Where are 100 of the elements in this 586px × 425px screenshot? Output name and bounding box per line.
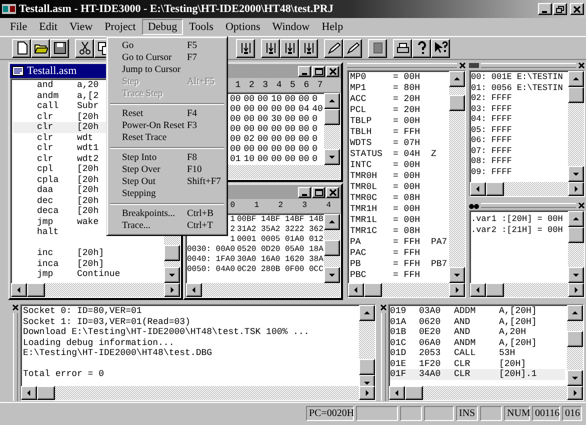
- horizontal-scrollbar[interactable]: [470, 182, 584, 196]
- register-value: = 00H: [393, 116, 422, 127]
- menu-item[interactable]: Debug: [142, 19, 184, 35]
- menu-item[interactable]: Project: [98, 19, 142, 35]
- open-folder-button[interactable]: [31, 38, 50, 58]
- scissors-button[interactable]: [75, 38, 94, 58]
- pencil-button[interactable]: [324, 38, 343, 58]
- hex-cell-text: 1: [229, 235, 236, 245]
- square-button[interactable]: [368, 38, 387, 58]
- hex-cell-text: 00: [284, 144, 297, 154]
- context-help-icon: [434, 41, 448, 55]
- column-header: 6: [302, 80, 310, 90]
- menu-item[interactable]: View: [63, 19, 99, 35]
- hex-cell-text: 00: [257, 114, 270, 124]
- hex-cell-text: 10: [271, 94, 283, 104]
- bracket-arrow-icon: [302, 41, 316, 55]
- register-value: = FFH: [393, 248, 422, 259]
- horizontal-scrollbar[interactable]: [11, 283, 180, 297]
- help-button[interactable]: [412, 38, 431, 58]
- bracket-arrow-icon: [282, 41, 296, 55]
- hex-cell-text: 00: [284, 124, 297, 134]
- hex-cell-text: 04: [298, 104, 310, 114]
- bracket-arrow-button[interactable]: [280, 38, 299, 58]
- hex-cell-text: 01: [230, 154, 242, 164]
- operand-cell-text: A,[20H]: [499, 338, 538, 348]
- address-cell-text: 01B: [390, 327, 408, 338]
- vertical-scrollbar[interactable]: [324, 93, 340, 165]
- menu-item[interactable]: Help: [316, 19, 350, 35]
- vertical-scrollbar[interactable]: [567, 305, 583, 386]
- hex-cell: 40: [312, 104, 324, 114]
- register-name: ACC: [350, 94, 368, 105]
- horizontal-scrollbar[interactable]: [21, 386, 375, 400]
- minimize-button[interactable]: [538, 3, 552, 15]
- hex-cell: 0CC: [309, 265, 324, 275]
- horizontal-scrollbar[interactable]: [389, 386, 583, 400]
- stack-entry: 09: FFFF: [471, 166, 512, 177]
- hex-cell-text: 00: [257, 144, 270, 154]
- menu-item[interactable]: Trace... Ctrl+T: [109, 220, 225, 232]
- menu-item[interactable]: File: [4, 19, 34, 35]
- menu-item[interactable]: Step Out Shift+F7: [109, 176, 225, 188]
- restore-button[interactable]: [553, 3, 567, 15]
- menu-item[interactable]: Breakpoints... Ctrl+B: [109, 208, 225, 220]
- register-value: = 00H: [393, 204, 422, 215]
- hex-cell-text: 0: [312, 144, 319, 154]
- code-cell-text: 03A0: [419, 306, 442, 316]
- menu-item[interactable]: Options: [219, 19, 266, 35]
- bracket-arrow-button[interactable]: [261, 38, 280, 58]
- hex-cell-text: 0520: [237, 245, 258, 255]
- code-text: clr: [37, 154, 54, 164]
- register-value: = FFH: [393, 237, 422, 248]
- vertical-scrollbar[interactable]: [324, 214, 340, 283]
- vertical-scrollbar[interactable]: [568, 71, 584, 182]
- bracket-arrow-button[interactable]: [299, 38, 318, 58]
- code-text: [20h: [77, 206, 99, 216]
- vertical-scrollbar[interactable]: [568, 211, 584, 283]
- menu-item[interactable]: Reset F4: [109, 108, 225, 120]
- register-value: = FFH: [393, 127, 422, 138]
- menu-item[interactable]: Stepping: [109, 188, 225, 200]
- printer-button[interactable]: [393, 38, 412, 58]
- menu-item[interactable]: Reset Trace: [109, 132, 225, 144]
- address-cell-text: 01E: [390, 358, 408, 369]
- pencil-button[interactable]: [343, 38, 362, 58]
- code-text: deca: [37, 206, 60, 216]
- maximize-icon: [314, 188, 322, 196]
- save-button[interactable]: [50, 38, 69, 58]
- horizontal-scrollbar[interactable]: [470, 283, 584, 297]
- code-text: clr: [37, 112, 54, 122]
- menu-item[interactable]: Go to Cursor F7: [109, 52, 225, 64]
- hex-cell-text: 00: [298, 154, 310, 164]
- column-header: 4: [325, 200, 332, 212]
- hex-cell: 38A: [309, 255, 324, 265]
- horizontal-scrollbar[interactable]: [348, 283, 465, 297]
- register-value: = 00H: [393, 215, 422, 226]
- column-header: 1: [234, 80, 242, 90]
- menu-item[interactable]: Go F5: [109, 40, 225, 52]
- close-button[interactable]: [570, 3, 584, 15]
- menu-item[interactable]: Jump to Cursor: [109, 64, 225, 76]
- menu-item[interactable]: Window: [266, 19, 316, 35]
- menu-item[interactable]: Power-On Reset F3: [109, 120, 225, 132]
- code-text: inc: [37, 248, 54, 258]
- stack-entry: 00: 001E E:\TESTIN: [471, 72, 563, 82]
- context-help-button[interactable]: [431, 38, 450, 58]
- menu-item[interactable]: Step Into F8: [109, 152, 225, 164]
- bracket-arrow-button[interactable]: [236, 38, 255, 58]
- close-icon: [328, 68, 336, 74]
- vertical-scrollbar[interactable]: [449, 71, 465, 283]
- code-text: cpla: [37, 174, 60, 185]
- register-value: = 00H: [393, 171, 422, 182]
- hex-cell-text: 00: [284, 94, 297, 104]
- register-flags: PB7: [431, 259, 448, 270]
- hex-cell-text: 00: [244, 94, 256, 104]
- register-name: STATUS: [350, 149, 384, 160]
- menu-item[interactable]: Tools: [183, 19, 220, 35]
- stack-entry: 05: FFFF: [471, 124, 512, 135]
- hex-cell-text: 00: [244, 144, 256, 154]
- menu-item[interactable]: Edit: [33, 19, 64, 35]
- code-text: [20h: [77, 122, 99, 132]
- new-file-button[interactable]: [12, 38, 31, 58]
- vertical-scrollbar[interactable]: [359, 305, 375, 386]
- menu-item[interactable]: Step Over F10: [109, 164, 225, 176]
